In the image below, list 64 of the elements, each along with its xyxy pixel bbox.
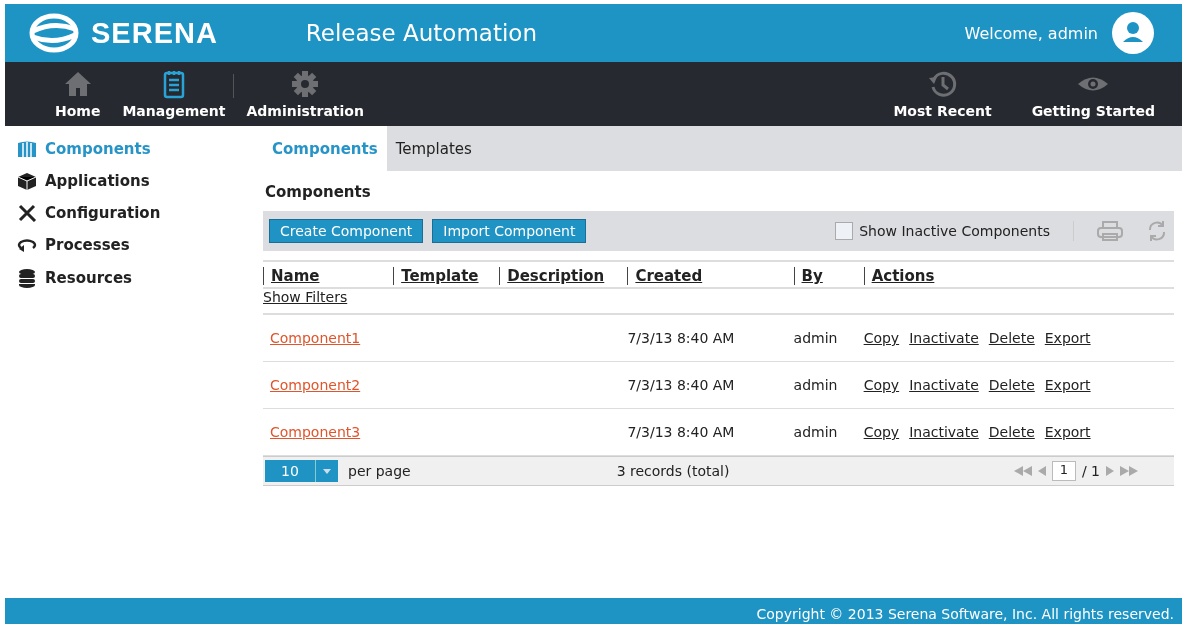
component-link[interactable]: Component3 (263, 424, 361, 440)
table-cell: admin (793, 330, 838, 346)
table-cell: 7/3/13 8:40 AM (627, 424, 735, 440)
row-action-link[interactable]: Inactivate (909, 377, 979, 393)
row-action-link[interactable]: Delete (988, 424, 1035, 440)
welcome-text: Welcome, admin (964, 23, 1098, 43)
table-cell: 7/3/13 8:40 AM (627, 330, 735, 346)
cube-icon (17, 172, 37, 190)
row-action-link[interactable]: Delete (988, 330, 1035, 346)
component-link[interactable]: Component1 (263, 330, 361, 346)
row-action-link[interactable]: Delete (988, 377, 1035, 393)
gear-icon (290, 69, 321, 99)
record-count: 3 records (total) (616, 463, 731, 479)
checkbox-label: Show Inactive Components (859, 223, 1050, 239)
nav-item[interactable]: Home (55, 62, 101, 126)
sidebar-item[interactable]: Processes (17, 236, 255, 254)
page-field[interactable]: 1 (1051, 461, 1076, 481)
tab[interactable]: Templates (386, 126, 481, 171)
row-action-link[interactable]: Copy (863, 377, 900, 393)
caret-icon (323, 468, 331, 474)
previous-page-icon[interactable] (1037, 466, 1046, 476)
row-action-link[interactable]: Inactivate (909, 424, 979, 440)
refresh-icon[interactable] (1146, 220, 1168, 242)
show-filters-link[interactable]: Show Filters (263, 289, 348, 305)
column-header[interactable]: Actions (863, 267, 935, 285)
column-header[interactable]: Description (499, 267, 605, 285)
checkbox[interactable] (835, 222, 854, 240)
last-page-icon[interactable] (1120, 466, 1138, 476)
logo-text: SERENA (91, 16, 218, 50)
nav-item[interactable]: Most Recent (893, 62, 992, 126)
component-link[interactable]: Component2 (263, 377, 361, 393)
logo-icon (29, 13, 79, 53)
database-icon (17, 268, 37, 288)
nav-item[interactable]: Getting Started (1031, 62, 1155, 126)
next-page-icon[interactable] (1106, 466, 1114, 476)
column-header[interactable]: By (793, 267, 823, 285)
nav-item[interactable]: Administration (246, 62, 364, 126)
sidebar-item[interactable]: Applications (17, 172, 255, 190)
columns-icon (17, 140, 37, 158)
nav-item[interactable]: Management (122, 62, 226, 126)
loop-icon (17, 236, 37, 254)
table-cell: admin (793, 424, 838, 440)
per-page-label: per page (348, 463, 411, 479)
sidebar-item[interactable]: Resources (17, 268, 255, 288)
row-action-link[interactable]: Copy (863, 424, 900, 440)
row-action-link[interactable]: Export (1044, 424, 1091, 440)
table-cell: admin (793, 377, 838, 393)
row-action-link[interactable]: Export (1044, 377, 1091, 393)
row-action-link[interactable]: Export (1044, 330, 1091, 346)
copyright-text: Copyright © 2013 Serena Software, Inc. All rights reserved. (756, 606, 1174, 622)
printer-icon[interactable] (1097, 221, 1123, 241)
table-cell: 7/3/13 8:40 AM (627, 377, 735, 393)
section-title: Components (265, 183, 372, 201)
page-total: / 1 (1081, 463, 1100, 479)
user-avatar-icon[interactable] (1112, 12, 1154, 54)
column-header[interactable]: Created (627, 267, 703, 285)
sidebar-item[interactable]: Configuration (17, 204, 255, 222)
column-header[interactable]: Template (393, 267, 479, 285)
row-action-link[interactable]: Inactivate (909, 330, 979, 346)
row-action-link[interactable]: Copy (863, 330, 900, 346)
first-page-icon[interactable] (1013, 466, 1032, 476)
column-header[interactable]: Name (263, 267, 320, 285)
history-icon (927, 69, 958, 99)
app-title: Release Automation (305, 20, 538, 46)
